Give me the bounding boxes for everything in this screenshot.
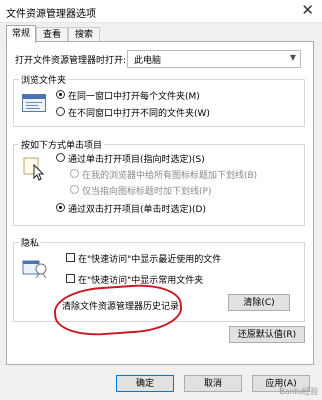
same-window-label: 在同一窗口中打开每个文件夹(M): [68, 92, 200, 102]
cursor-click-icon: [23, 157, 45, 181]
double-click-label: 通过双击打开项目(单击时选定)(D): [68, 205, 206, 215]
open-explorer-select[interactable]: 此电脑 ▼: [127, 50, 301, 68]
click-items-title: 按如下方式单击项目: [19, 138, 105, 151]
title-bar: 文件资源管理器选项 ✕: [0, 0, 322, 23]
underline-hover-label: 仅当指向图标标题时加下划线(P): [82, 187, 212, 197]
ok-button[interactable]: 确定: [116, 375, 174, 392]
window-title: 文件资源管理器选项: [6, 9, 96, 20]
tab-search[interactable]: 搜索: [68, 27, 100, 42]
click-items-group: 按如下方式单击项目 通过单击打开项目(指向时选定)(S) 在我的浏览器中给所有图…: [13, 138, 305, 226]
folder-window-icon: [22, 94, 46, 112]
privacy-title: 隐私: [19, 236, 42, 249]
single-click-radio[interactable]: [56, 153, 65, 162]
tab-general[interactable]: 常规: [6, 25, 36, 43]
new-window-label: 在不同窗口中打开不同的文件夹(W): [68, 109, 210, 119]
same-window-radio[interactable]: [56, 90, 65, 99]
single-click-label: 通过单击打开项目(指向时选定)(S): [68, 155, 205, 165]
underline-hover-radio[interactable]: [70, 185, 79, 194]
underline-browser-label: 在我的浏览器中给所有图标标题加下划线(B): [82, 171, 258, 181]
underline-browser-radio[interactable]: [70, 169, 79, 178]
cancel-button[interactable]: 取消: [184, 375, 242, 392]
chevron-down-icon: ▼: [289, 53, 296, 62]
recent-files-label: 在"快速访问"中显示最近使用的文件: [78, 255, 222, 265]
double-click-radio[interactable]: [56, 203, 65, 212]
general-panel: 打开文件资源管理器时打开: 此电脑 ▼ 浏览文件夹 在同一窗口中打开每个文件夹(…: [6, 41, 314, 365]
browse-folders-title: 浏览文件夹: [19, 73, 69, 86]
browse-folders-group: 浏览文件夹 在同一窗口中打开每个文件夹(M) 在不同窗口中打开不同的文件夹(W): [13, 73, 305, 127]
privacy-icon: [22, 260, 47, 279]
tab-view[interactable]: 查看: [36, 27, 68, 42]
close-icon[interactable]: ✕: [301, 2, 314, 18]
frequent-folders-checkbox[interactable]: [66, 274, 75, 283]
open-explorer-label: 打开文件资源管理器时打开:: [15, 56, 127, 66]
restore-defaults-button[interactable]: 还原默认值(R): [229, 326, 305, 343]
recent-files-checkbox[interactable]: [66, 253, 75, 262]
clear-button[interactable]: 清除(C): [228, 294, 290, 311]
new-window-radio[interactable]: [56, 107, 65, 116]
watermark: Baidu经验: [279, 387, 318, 396]
open-explorer-value: 此电脑: [134, 56, 162, 66]
